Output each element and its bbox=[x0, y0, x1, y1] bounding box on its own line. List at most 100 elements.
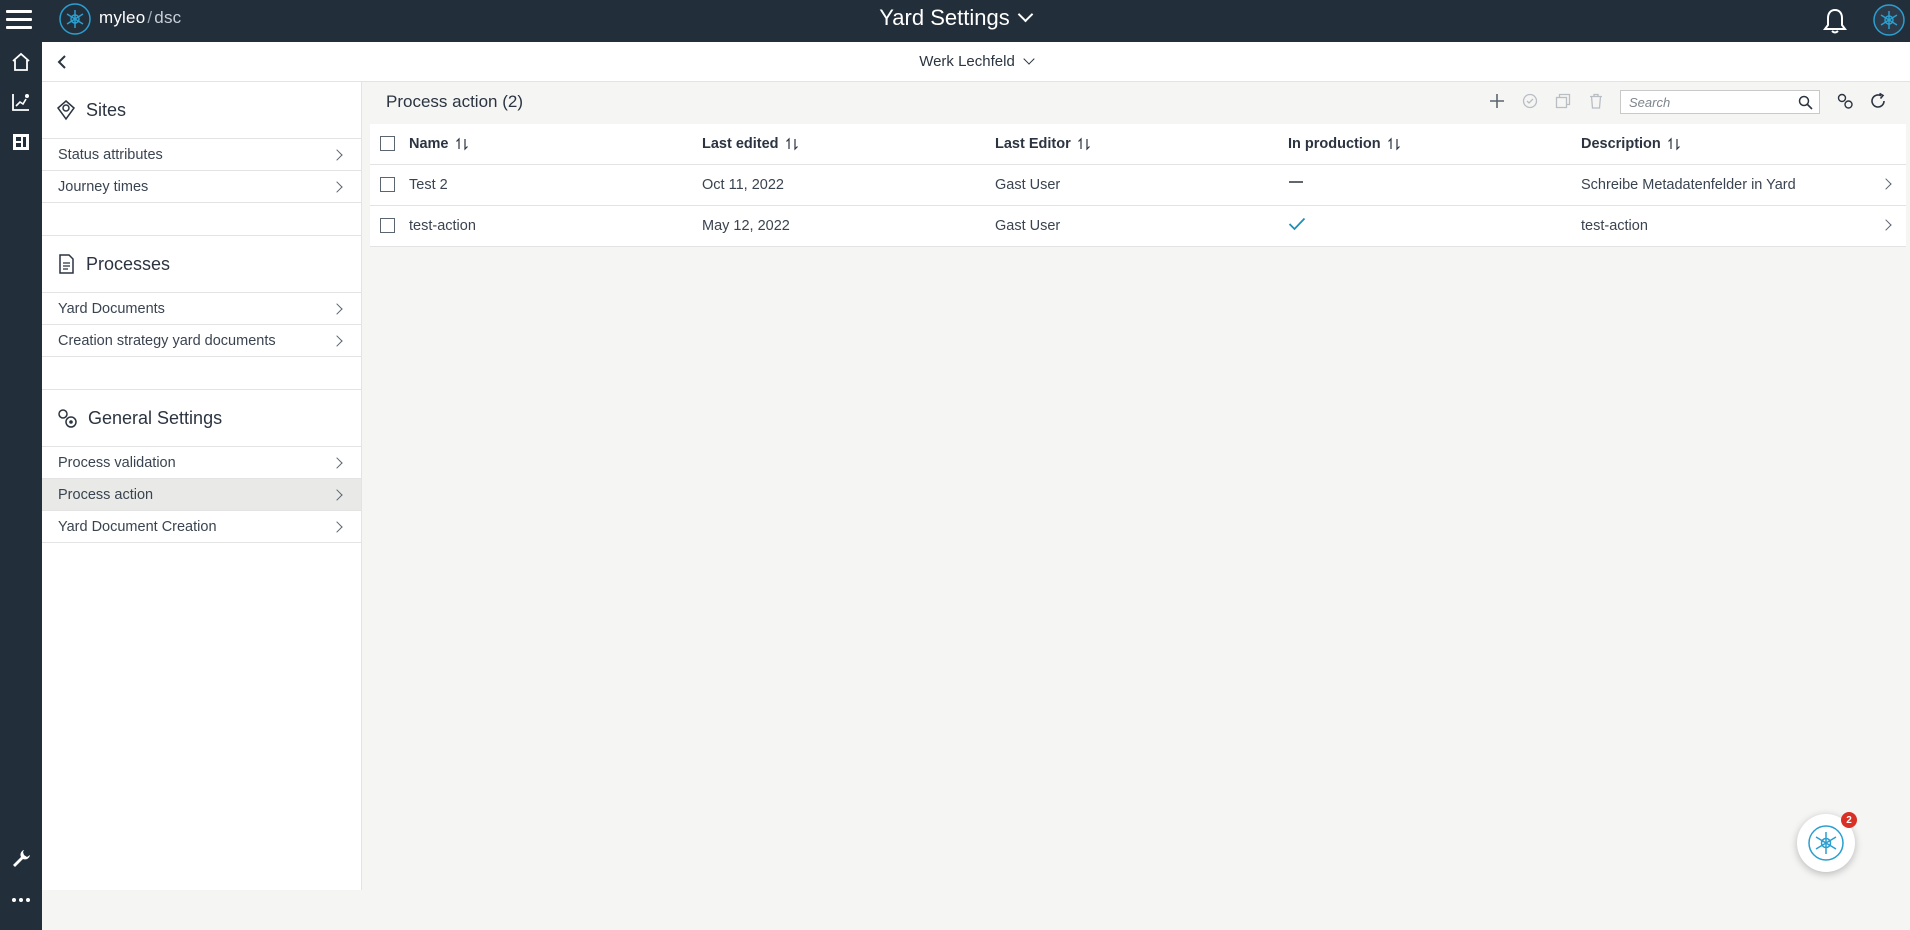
cell-last-editor: Gast User bbox=[995, 205, 1288, 247]
sidebar-item-creation-strategy[interactable]: Creation strategy yard documents bbox=[42, 325, 361, 357]
wrench-icon[interactable] bbox=[0, 838, 42, 878]
table-header-row: Name Last edited Last Editor In producti… bbox=[370, 124, 1906, 165]
user-avatar[interactable] bbox=[1872, 3, 1906, 37]
list-title: Process action (2) bbox=[386, 92, 523, 111]
sidebar-item-journey-times[interactable]: Journey times bbox=[42, 171, 361, 203]
table-row[interactable]: test-action May 12, 2022 Gast User test-… bbox=[370, 205, 1906, 247]
cell-description: test-action bbox=[1581, 205, 1906, 247]
more-icon[interactable] bbox=[0, 880, 42, 920]
column-header-name[interactable]: Name bbox=[409, 124, 702, 165]
chevron-right-icon bbox=[331, 488, 343, 501]
document-icon bbox=[59, 254, 74, 274]
cell-name: test-action bbox=[409, 205, 702, 247]
chevron-down-icon bbox=[1023, 53, 1035, 65]
duplicate-icon[interactable] bbox=[1552, 90, 1574, 112]
column-label: Last edited bbox=[702, 135, 779, 152]
sidebar-item-label: Yard Document Creation bbox=[58, 518, 217, 535]
row-checkbox[interactable] bbox=[380, 218, 395, 234]
activate-check-icon[interactable] bbox=[1519, 90, 1541, 112]
site-selector[interactable]: Werk Lechfeld bbox=[42, 53, 1910, 70]
section-general-settings: General Settings bbox=[42, 390, 361, 447]
process-action-table: Name Last edited Last Editor In producti… bbox=[370, 124, 1906, 247]
cell-name: Test 2 bbox=[409, 164, 702, 206]
select-all-cell bbox=[370, 124, 409, 165]
bell-icon[interactable] bbox=[1822, 7, 1848, 35]
notification-badge: 2 bbox=[1841, 812, 1857, 828]
column-header-last-edited[interactable]: Last edited bbox=[702, 124, 995, 165]
sidebar-item-process-action[interactable]: Process action bbox=[42, 479, 361, 511]
sort-icon[interactable] bbox=[1667, 137, 1681, 151]
home-icon[interactable] bbox=[0, 42, 42, 82]
chevron-right-icon bbox=[331, 334, 343, 347]
table-row[interactable]: Test 2 Oct 11, 2022 Gast User Schreibe M… bbox=[370, 164, 1906, 206]
row-select-cell bbox=[370, 164, 409, 206]
sort-icon[interactable] bbox=[785, 137, 799, 151]
chevron-right-icon bbox=[331, 520, 343, 533]
search-icon[interactable] bbox=[1798, 95, 1813, 110]
chevron-right-icon[interactable] bbox=[1880, 177, 1892, 190]
sidebar-item-label: Process validation bbox=[58, 454, 176, 471]
section-divider bbox=[42, 357, 361, 390]
column-label: Last Editor bbox=[995, 135, 1071, 152]
section-processes: Processes bbox=[42, 236, 361, 293]
section-title: Sites bbox=[86, 99, 127, 120]
sidebar-item-label: Creation strategy yard documents bbox=[58, 332, 276, 349]
check-icon bbox=[1288, 217, 1306, 230]
row-select-cell bbox=[370, 205, 409, 247]
search-input[interactable] bbox=[1621, 91, 1789, 113]
column-header-description[interactable]: Description bbox=[1581, 124, 1906, 165]
page-title: Yard Settings bbox=[879, 5, 1010, 30]
sort-icon[interactable] bbox=[1077, 137, 1091, 151]
column-label: In production bbox=[1288, 135, 1381, 152]
column-label: Name bbox=[409, 135, 449, 152]
cell-description: Schreibe Metadatenfelder in Yard bbox=[1581, 164, 1906, 206]
sort-icon[interactable] bbox=[1387, 137, 1401, 151]
description-text: test-action bbox=[1581, 217, 1648, 234]
add-icon[interactable] bbox=[1486, 90, 1508, 112]
chevron-right-icon[interactable] bbox=[1880, 218, 1892, 231]
sidebar-item-status-attributes[interactable]: Status attributes bbox=[42, 139, 361, 171]
cell-in-production bbox=[1288, 205, 1581, 247]
section-title: Processes bbox=[86, 253, 171, 274]
dash-icon bbox=[1289, 180, 1303, 183]
gears-icon bbox=[58, 409, 77, 428]
assistant-button[interactable]: 2 bbox=[1797, 812, 1857, 872]
chevron-right-icon bbox=[331, 180, 343, 193]
sub-header: Werk Lechfeld bbox=[42, 42, 1910, 82]
search-field bbox=[1620, 90, 1820, 114]
settings-gears-icon[interactable] bbox=[1834, 90, 1856, 112]
section-title: General Settings bbox=[88, 407, 223, 428]
myleo-logo-icon bbox=[1808, 825, 1844, 861]
cell-last-edited: May 12, 2022 bbox=[702, 205, 995, 247]
cell-in-production bbox=[1288, 164, 1581, 206]
section-sites: Sites bbox=[42, 82, 361, 139]
chevron-right-icon bbox=[331, 148, 343, 161]
delete-icon[interactable] bbox=[1585, 90, 1607, 112]
sidebar-item-label: Yard Documents bbox=[58, 300, 165, 317]
column-header-in-production[interactable]: In production bbox=[1288, 124, 1581, 165]
sidebar-item-label: Process action bbox=[58, 486, 154, 503]
site-name: Werk Lechfeld bbox=[919, 53, 1015, 70]
chevron-right-icon bbox=[331, 456, 343, 469]
column-label: Description bbox=[1581, 135, 1661, 152]
top-bar: myleo / dsc Yard Settings bbox=[0, 0, 1910, 42]
sidebar-item-process-validation[interactable]: Process validation bbox=[42, 447, 361, 479]
sidebar-item-yard-documents[interactable]: Yard Documents bbox=[42, 293, 361, 325]
analytics-icon[interactable] bbox=[0, 82, 42, 122]
sidebar-item-yard-document-creation[interactable]: Yard Document Creation bbox=[42, 511, 361, 543]
left-rail bbox=[0, 42, 42, 930]
sidebar-item-label: Journey times bbox=[58, 178, 149, 195]
sort-icon[interactable] bbox=[455, 137, 469, 151]
location-pin-icon bbox=[56, 100, 76, 121]
chevron-right-icon bbox=[331, 302, 343, 315]
section-divider bbox=[42, 203, 361, 236]
select-all-checkbox[interactable] bbox=[380, 136, 395, 152]
sidebar-item-label: Status attributes bbox=[58, 146, 163, 163]
refresh-icon[interactable] bbox=[1867, 90, 1889, 112]
chevron-down-icon bbox=[1017, 6, 1033, 23]
cell-last-edited: Oct 11, 2022 bbox=[702, 164, 995, 206]
column-header-last-editor[interactable]: Last Editor bbox=[995, 124, 1288, 165]
page-title-dropdown[interactable]: Yard Settings bbox=[0, 5, 1910, 31]
dashboard-icon[interactable] bbox=[0, 122, 42, 162]
row-checkbox[interactable] bbox=[380, 177, 395, 193]
